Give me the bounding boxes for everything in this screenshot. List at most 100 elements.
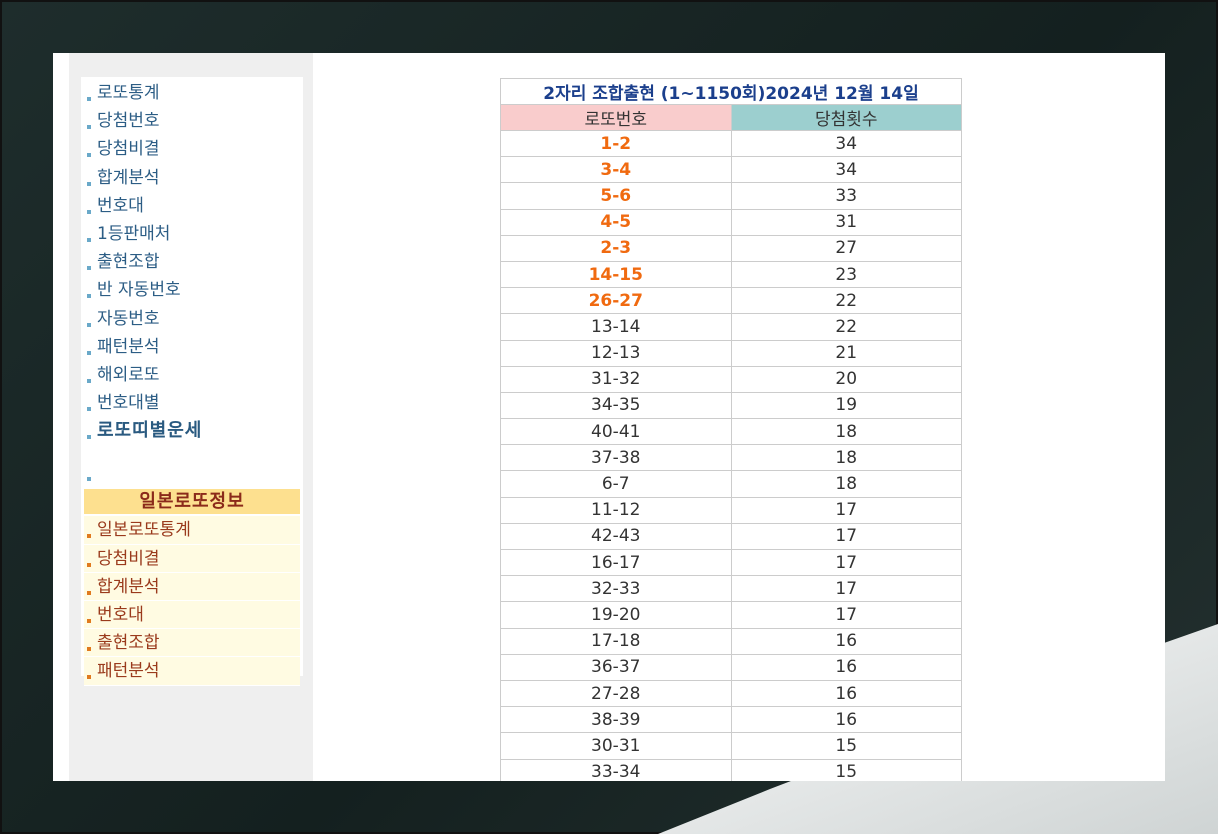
bullet-icon xyxy=(87,675,91,680)
bullet-icon xyxy=(87,647,91,652)
sidebar-item-label: 패턴분석 xyxy=(97,336,160,357)
table-row: 36-37 16 xyxy=(500,653,962,681)
sidebar-item[interactable]: 번호대 xyxy=(83,192,301,220)
japan-sidebar-item[interactable]: 합계분석 xyxy=(84,572,300,601)
pair-cell: 27-28 xyxy=(500,679,732,708)
table-row: 12-13 21 xyxy=(500,339,962,367)
sidebar-item[interactable]: 1등판매처 xyxy=(83,220,301,248)
count-cell: 16 xyxy=(730,706,962,734)
table-row: 30-31 15 xyxy=(500,732,962,760)
pair-cell: 12-13 xyxy=(500,339,732,367)
bullet-icon xyxy=(87,181,91,186)
table-row: 38-39 16 xyxy=(500,706,962,734)
pair-stats-table-container: 2자리 조합출현 (1~1150회)2024년 12월 14일 로또번호 당첨횟… xyxy=(500,78,962,781)
bullet-icon xyxy=(87,534,91,539)
japan-sidebar-item[interactable]: 패턴분석 xyxy=(84,657,300,686)
sidebar-item-label: 1등판매처 xyxy=(97,223,171,244)
table-row: 14-15 23 xyxy=(500,260,962,289)
table-row: 6-7 18 xyxy=(500,470,962,498)
sidebar-item[interactable]: 로또통계 xyxy=(83,79,301,107)
table-row: 4-5 31 xyxy=(500,208,962,236)
bullet-icon xyxy=(87,153,91,158)
sidebar-item[interactable] xyxy=(83,445,301,485)
pair-cell: 3-4 xyxy=(500,156,732,184)
table-row: 27-28 16 xyxy=(500,679,962,708)
nav-list: 로또통계당첨번호당첨비결합계분석번호대 1등판매처출현조합반 자동번호자동번호패턴… xyxy=(83,79,301,485)
count-cell: 27 xyxy=(730,234,962,262)
sidebar-item[interactable]: 해외로또 xyxy=(83,361,301,389)
bullet-icon xyxy=(87,435,91,440)
web-page: 로또통계 당첨번호 당첨비결 합계분석 번호대 1등판매처 출현조합 반 자동번호 자동번호 패턴… xyxy=(53,53,1165,781)
bullet-icon xyxy=(87,590,91,595)
pair-cell: 36-37 xyxy=(500,653,732,681)
table-body: 1-2 34 3-4 34 5-6 33 4-5 31 2-3 27 14-15 23 26-27 22 1… xyxy=(500,129,962,781)
sidebar-item[interactable]: 당첨비결 xyxy=(83,135,301,163)
count-cell: 17 xyxy=(730,496,962,524)
bullet-icon xyxy=(87,407,91,412)
count-cell: 33 xyxy=(730,182,962,210)
count-cell: 15 xyxy=(730,732,962,760)
bullet-icon xyxy=(87,378,91,383)
japan-sidebar-item-label: 합계분석 xyxy=(97,576,160,597)
sidebar-item[interactable]: 합계분석 xyxy=(83,164,301,192)
sidebar-item-label: 로또통계 xyxy=(97,83,160,103)
japan-sidebar-item-label: 당첨비결 xyxy=(97,548,160,569)
count-cell: 16 xyxy=(730,679,962,708)
count-cell: 22 xyxy=(730,313,962,341)
count-cell: 23 xyxy=(730,260,962,289)
sidebar-item-label: 로또띠별운세 xyxy=(97,420,203,442)
pair-cell: 42-43 xyxy=(500,522,732,551)
japan-nav-list: 일본로또통계당첨비결합계분석번호대출현조합패턴분석 xyxy=(83,516,301,686)
bullet-icon xyxy=(87,237,91,242)
pair-cell: 37-38 xyxy=(500,444,732,472)
sidebar-menu: 로또통계 당첨번호 당첨비결 합계분석 번호대 1등판매처 출현조합 반 자동번호 자동번호 패턴… xyxy=(81,77,303,686)
table-title: 2자리 조합출현 (1~1150회)2024년 12월 14일 xyxy=(500,78,962,105)
pair-cell: 17-18 xyxy=(500,627,732,655)
bullet-icon xyxy=(87,562,91,567)
sidebar-item[interactable]: 출현조합 xyxy=(83,248,301,276)
sidebar-item-label: 반 자동번호 xyxy=(97,280,181,301)
pair-cell: 11-12 xyxy=(500,496,732,524)
count-cell: 17 xyxy=(730,522,962,551)
table-row: 5-6 33 xyxy=(500,182,962,210)
table-row: 32-33 17 xyxy=(500,575,962,603)
pair-cell: 16-17 xyxy=(500,548,732,577)
japan-sidebar-item[interactable]: 출현조합 xyxy=(84,629,300,658)
japan-sidebar-item[interactable]: 번호대 xyxy=(84,601,300,630)
count-cell: 16 xyxy=(730,653,962,681)
pair-cell: 33-34 xyxy=(500,758,732,781)
sidebar-item[interactable]: 자동번호 xyxy=(83,305,301,333)
bullet-icon xyxy=(87,322,91,327)
sidebar-item-label: 당첨번호 xyxy=(97,111,160,132)
sidebar-item-label: 합계분석 xyxy=(97,167,160,188)
japan-sidebar-item-label: 번호대 xyxy=(97,605,144,625)
japan-sidebar-item-label: 패턴분석 xyxy=(97,661,160,682)
count-cell: 15 xyxy=(730,758,962,781)
count-cell: 34 xyxy=(730,156,962,184)
sidebar-item[interactable]: 당첨번호 xyxy=(83,107,301,135)
japan-sidebar-item[interactable]: 당첨비결 xyxy=(84,544,300,573)
sidebar-item[interactable]: 번호대별 xyxy=(83,389,301,417)
table-row: 2-3 27 xyxy=(500,234,962,262)
pair-cell: 32-33 xyxy=(500,575,732,603)
pair-cell: 1-2 xyxy=(500,129,732,158)
japan-sidebar-item[interactable]: 일본로또통계 xyxy=(84,516,300,545)
table-row: 13-14 22 xyxy=(500,313,962,341)
count-cell: 17 xyxy=(730,575,962,603)
sidebar-item-label: 자동번호 xyxy=(97,308,160,329)
bullet-icon xyxy=(87,619,91,623)
sidebar-item[interactable]: 로또띠별운세 xyxy=(83,417,301,445)
pair-cell: 2-3 xyxy=(500,234,732,262)
count-cell: 19 xyxy=(730,391,962,420)
bullet-icon xyxy=(87,125,91,130)
count-cell: 31 xyxy=(730,208,962,236)
table-row: 42-43 17 xyxy=(500,522,962,551)
pair-cell: 40-41 xyxy=(500,418,732,446)
bullet-icon xyxy=(87,266,91,271)
bullet-icon xyxy=(87,477,91,482)
table-row: 19-20 17 xyxy=(500,601,962,629)
sidebar-item[interactable]: 반 자동번호 xyxy=(83,276,301,304)
sidebar-item[interactable]: 패턴분석 xyxy=(83,333,301,361)
bullet-icon xyxy=(87,350,91,355)
column-header-number: 로또번호 xyxy=(500,104,732,131)
